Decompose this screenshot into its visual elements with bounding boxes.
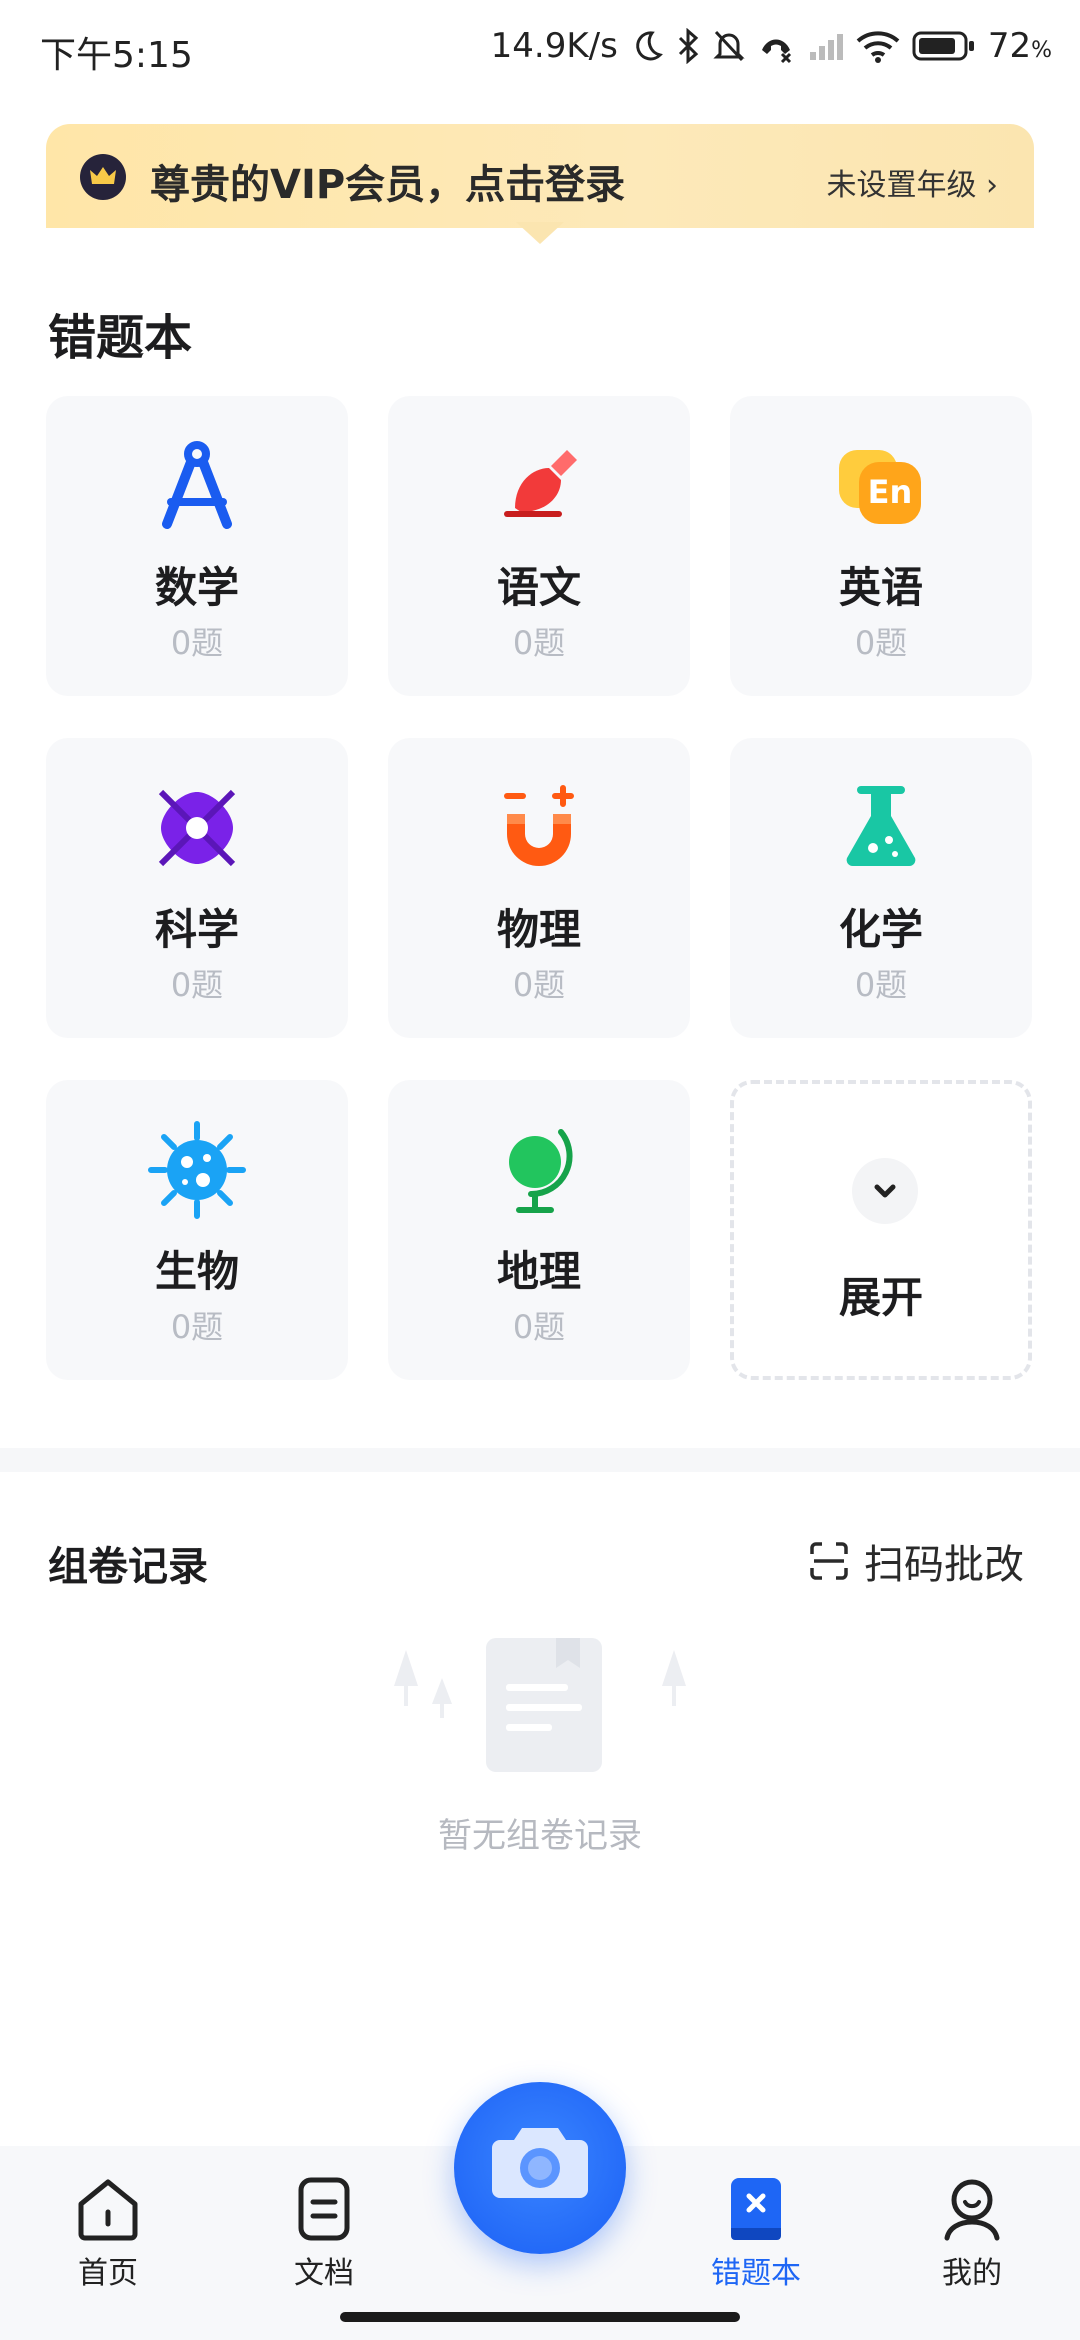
battery-icon xyxy=(912,31,974,61)
expand-subjects-button[interactable]: 展开 xyxy=(730,1080,1032,1380)
tab-label: 我的 xyxy=(942,2256,1002,2291)
wifi-icon xyxy=(856,31,900,63)
subject-name: 英语 xyxy=(838,563,923,612)
subject-count: 0题 xyxy=(512,966,566,1004)
subject-count: 0题 xyxy=(512,624,566,662)
vip-login-text: 尊贵的VIP会员，点击登录 xyxy=(150,162,626,208)
subject-card-physics[interactable]: 物理 0题 xyxy=(388,738,690,1038)
subject-count: 0题 xyxy=(854,624,908,662)
tab-mine[interactable]: 我的 xyxy=(902,2176,1042,2292)
empty-document-illustration xyxy=(394,1638,686,1772)
subject-name: 物理 xyxy=(496,905,581,954)
subject-count: 0题 xyxy=(170,624,224,662)
subject-card-math[interactable]: 数学 0题 xyxy=(46,396,348,696)
tab-mistakes[interactable]: 错题本 xyxy=(686,2176,826,2292)
section-divider xyxy=(0,1448,1080,1472)
subject-card-chinese[interactable]: 语文 0题 xyxy=(388,396,690,696)
signal-icon xyxy=(809,34,843,60)
document-icon xyxy=(298,2177,350,2241)
mistake-book-icon xyxy=(731,2178,781,2240)
tab-home[interactable]: 首页 xyxy=(38,2176,178,2292)
subject-count: 0题 xyxy=(170,966,224,1004)
magnet-icon xyxy=(504,785,574,866)
subject-card-geography[interactable]: 地理 0题 xyxy=(388,1080,690,1380)
scan-icon xyxy=(810,1542,848,1580)
home-indicator[interactable] xyxy=(340,2312,740,2322)
moon-icon xyxy=(636,31,663,61)
tab-docs[interactable]: 文档 xyxy=(254,2176,394,2292)
net-speed: 14.9K/s xyxy=(490,26,618,66)
flask-icon xyxy=(846,786,916,867)
status-icons: 14.9K/s 72% xyxy=(491,24,1052,68)
empty-records-text: 暂无组卷记录 xyxy=(438,1816,642,1856)
call-blocked-icon xyxy=(761,39,791,64)
bell-off-icon xyxy=(713,30,745,62)
status-bar: 下午5:15 14.9K/s 72% xyxy=(0,0,1080,100)
scan-grade-button[interactable]: 扫码批改 xyxy=(808,1532,1024,1590)
subject-count: 0题 xyxy=(854,966,908,1004)
camera-button[interactable] xyxy=(454,2082,626,2254)
user-icon xyxy=(944,2179,1000,2241)
subject-card-chemistry[interactable]: 化学 0题 xyxy=(730,738,1032,1038)
records-title: 组卷记录 xyxy=(48,1544,208,1590)
status-time: 下午5:15 xyxy=(40,35,193,76)
tab-label: 文档 xyxy=(294,2256,354,2291)
subject-name: 生物 xyxy=(154,1247,239,1296)
svg-text:En: En xyxy=(868,473,913,511)
chevron-down-icon xyxy=(852,1158,918,1224)
expand-label: 展开 xyxy=(838,1273,923,1322)
compass-icon xyxy=(162,441,232,529)
camera-icon xyxy=(492,2128,588,2198)
subject-name: 数学 xyxy=(154,563,239,612)
banner-pointer xyxy=(516,222,564,244)
virus-icon xyxy=(148,1121,246,1219)
battery-level: 72% xyxy=(987,26,1052,66)
grade-selector[interactable]: 未设置年级 › xyxy=(826,160,998,204)
home-icon xyxy=(78,2179,138,2241)
bluetooth-icon xyxy=(678,28,699,64)
subject-count: 0题 xyxy=(170,1308,224,1346)
subject-name: 语文 xyxy=(496,563,581,612)
subject-name: 地理 xyxy=(496,1247,581,1296)
subject-count: 0题 xyxy=(512,1308,566,1346)
globe-icon xyxy=(509,1129,573,1213)
subject-card-english[interactable]: En 英语 0题 xyxy=(730,396,1032,696)
subject-card-biology[interactable]: 生物 0题 xyxy=(46,1080,348,1380)
subject-name: 化学 xyxy=(838,905,923,954)
tab-label: 首页 xyxy=(78,2256,138,2291)
brush-icon xyxy=(504,450,577,517)
tab-label: 错题本 xyxy=(711,2256,801,2291)
en-bubble-icon: En xyxy=(839,450,921,524)
mistakes-title: 错题本 xyxy=(48,310,193,366)
atom-icon xyxy=(158,789,236,867)
scan-label: 扫码批改 xyxy=(864,1542,1024,1588)
subject-name: 科学 xyxy=(154,905,239,954)
subject-card-science[interactable]: 科学 0题 xyxy=(46,738,348,1038)
crown-icon xyxy=(80,154,126,200)
